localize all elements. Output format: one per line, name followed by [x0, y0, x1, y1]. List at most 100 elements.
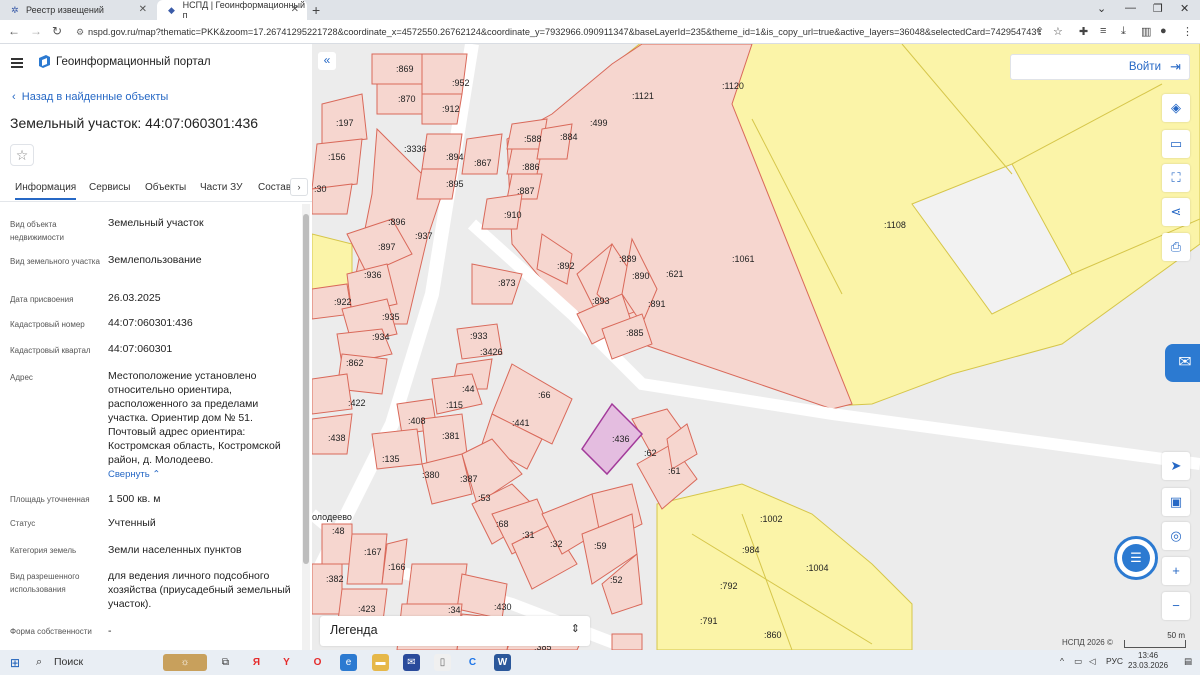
extensions-icon[interactable]: ✚: [1079, 25, 1088, 38]
registry-favicon-icon: ✲: [11, 4, 19, 15]
parcel-label: :621: [666, 269, 684, 279]
favorite-star-icon[interactable]: ☆: [10, 144, 34, 166]
parcel-label: :430: [494, 602, 512, 612]
ruler-icon[interactable]: ▭: [1162, 130, 1190, 158]
layers-icon[interactable]: ◈: [1162, 94, 1190, 122]
tab-info[interactable]: Информация: [15, 182, 77, 200]
browser-tab-active[interactable]: ◆ НСПД | Геоинформационный п ✕: [157, 0, 307, 20]
parcel-label: :66: [538, 390, 551, 400]
parcel-label: :891: [648, 299, 666, 309]
parcel-label: :115: [446, 400, 463, 410]
parcel-label: :933: [470, 331, 488, 341]
row-label: Вид земельного участка: [10, 257, 100, 266]
word-icon[interactable]: W: [494, 654, 511, 671]
print-icon[interactable]: ⎙: [1162, 233, 1190, 261]
maximize-icon[interactable]: ❐: [1153, 2, 1163, 15]
row-label: Вид разрешенного использования: [10, 572, 80, 594]
portal-title: Геоинформационный портал: [56, 56, 211, 68]
tab-objects[interactable]: Объекты: [145, 182, 186, 193]
back-to-results-link[interactable]: ‹ Назад в найденные объекты: [12, 91, 168, 103]
bookmark-star-icon[interactable]: ☆: [1053, 25, 1063, 38]
browser-tab[interactable]: ✲ Реестр извещений ✕: [0, 0, 155, 20]
parcel-label: :166: [388, 562, 406, 572]
windows-start-icon[interactable]: ⊞: [10, 656, 20, 670]
tab-search-icon[interactable]: ⌄: [1097, 2, 1106, 15]
profile-icon[interactable]: ●: [1160, 25, 1167, 37]
panel-scrollbar-thumb[interactable]: [303, 214, 309, 564]
collapse-panel-icon[interactable]: «: [318, 52, 336, 70]
notepad-icon[interactable]: ▯: [434, 654, 451, 671]
network-icon[interactable]: ▭: [1074, 656, 1082, 667]
attribution: НСПД 2026 ©: [1062, 638, 1113, 647]
map-svg[interactable]: :869:952:870:912:197:588:884:499:1121:11…: [312, 44, 1200, 650]
forward-icon[interactable]: →: [30, 24, 42, 38]
chrome-icon[interactable]: C: [464, 654, 481, 671]
parcel-label: :1061: [732, 254, 755, 264]
zoom-in-icon[interactable]: +: [1162, 557, 1190, 585]
file-explorer-icon[interactable]: ▬: [372, 654, 389, 671]
sidebar-icon[interactable]: ▥: [1141, 25, 1151, 38]
zoom-out-icon[interactable]: −: [1162, 592, 1190, 620]
scale-label: 50 m: [1167, 631, 1185, 640]
login-button[interactable]: Войти ⇥: [1010, 54, 1190, 80]
select-area-icon[interactable]: ⛶: [1162, 164, 1190, 192]
tab-services[interactable]: Сервисы: [89, 182, 130, 193]
close-icon[interactable]: ✕: [139, 4, 147, 15]
legend-label: Легенда: [330, 623, 378, 637]
parcel-label: :30: [314, 184, 327, 194]
tab-composition[interactable]: Состав: [258, 182, 291, 193]
share-icon[interactable]: ⇪: [1035, 25, 1044, 38]
parcel-label: :885: [626, 328, 644, 338]
weather-widget-icon[interactable]: ☼: [163, 654, 207, 671]
chevron-right-icon[interactable]: ›: [290, 178, 308, 196]
back-icon[interactable]: ←: [8, 24, 20, 38]
legend-panel[interactable]: Легенда ⇕: [320, 616, 590, 646]
url-field[interactable]: ⚙ nspd.gov.ru/map?thematic=PKK&zoom=17.2…: [70, 23, 1040, 41]
row-value: 1 500 кв. м: [108, 493, 161, 505]
row-label: Категория земель: [10, 546, 77, 555]
notifications-icon[interactable]: ▤: [1184, 656, 1192, 667]
close-window-icon[interactable]: ✕: [1180, 2, 1189, 15]
geo-search-icon[interactable]: ◎: [1162, 522, 1190, 550]
tray-chevron-icon[interactable]: ^: [1060, 656, 1064, 666]
row-value: Землепользование: [108, 254, 202, 266]
chat-button[interactable]: ☰: [1114, 536, 1158, 580]
tab-actions-icon[interactable]: ≡: [1100, 25, 1106, 37]
tab-parts[interactable]: Части ЗУ: [200, 182, 242, 193]
parcel-label: :441: [512, 418, 530, 428]
parcel-label: :1004: [806, 563, 829, 573]
reload-icon[interactable]: ↻: [52, 24, 62, 38]
menu-icon[interactable]: ⋮: [1182, 25, 1193, 38]
yellow-parcel[interactable]: [656, 483, 913, 650]
feedback-tab-icon[interactable]: ✉: [1165, 344, 1200, 382]
hamburger-menu-icon[interactable]: [11, 58, 23, 68]
parcel-label: :1108: [884, 220, 906, 230]
yandex-browser-icon[interactable]: Y: [278, 654, 295, 671]
clock[interactable]: 13:46 23.03.2026: [1128, 651, 1168, 671]
parcel-label: :380: [422, 470, 440, 480]
language-indicator[interactable]: РУС: [1106, 656, 1123, 666]
locate-icon[interactable]: ➤: [1162, 452, 1190, 480]
edge-icon[interactable]: e: [340, 654, 357, 671]
yandex-icon[interactable]: Я: [248, 654, 265, 671]
opera-icon[interactable]: O: [309, 654, 326, 671]
parcel-label: :3336: [404, 144, 427, 154]
download-icon[interactable]: ⤓: [1121, 25, 1126, 38]
basemap-icon[interactable]: ▣: [1162, 488, 1190, 516]
row-value: Земельный участок: [108, 217, 204, 229]
share-map-icon[interactable]: ⋖: [1162, 198, 1190, 226]
minimize-icon[interactable]: —: [1125, 2, 1136, 14]
new-tab-button[interactable]: +: [312, 2, 320, 18]
close-icon[interactable]: ✕: [291, 4, 299, 15]
map-canvas[interactable]: :869:952:870:912:197:588:884:499:1121:11…: [312, 44, 1200, 650]
site-info-icon[interactable]: ⚙: [76, 23, 84, 41]
parcel-label: :862: [346, 358, 364, 368]
speaker-icon[interactable]: ◁: [1089, 656, 1096, 667]
parcel-label: :1121: [632, 91, 654, 101]
taskbar: ⊞ ⌕ Поиск ☼ ⧉ Я Y O e ▬ ✉ ▯ C W ^ ▭ ◁ РУС…: [0, 650, 1200, 675]
task-view-icon[interactable]: ⧉: [217, 654, 234, 671]
nspd-favicon-icon: ◆: [168, 4, 175, 15]
outlook-icon[interactable]: ✉: [403, 654, 420, 671]
collapse-link[interactable]: Свернуть ⌃: [108, 469, 160, 480]
parcel-label: :197: [336, 118, 354, 128]
